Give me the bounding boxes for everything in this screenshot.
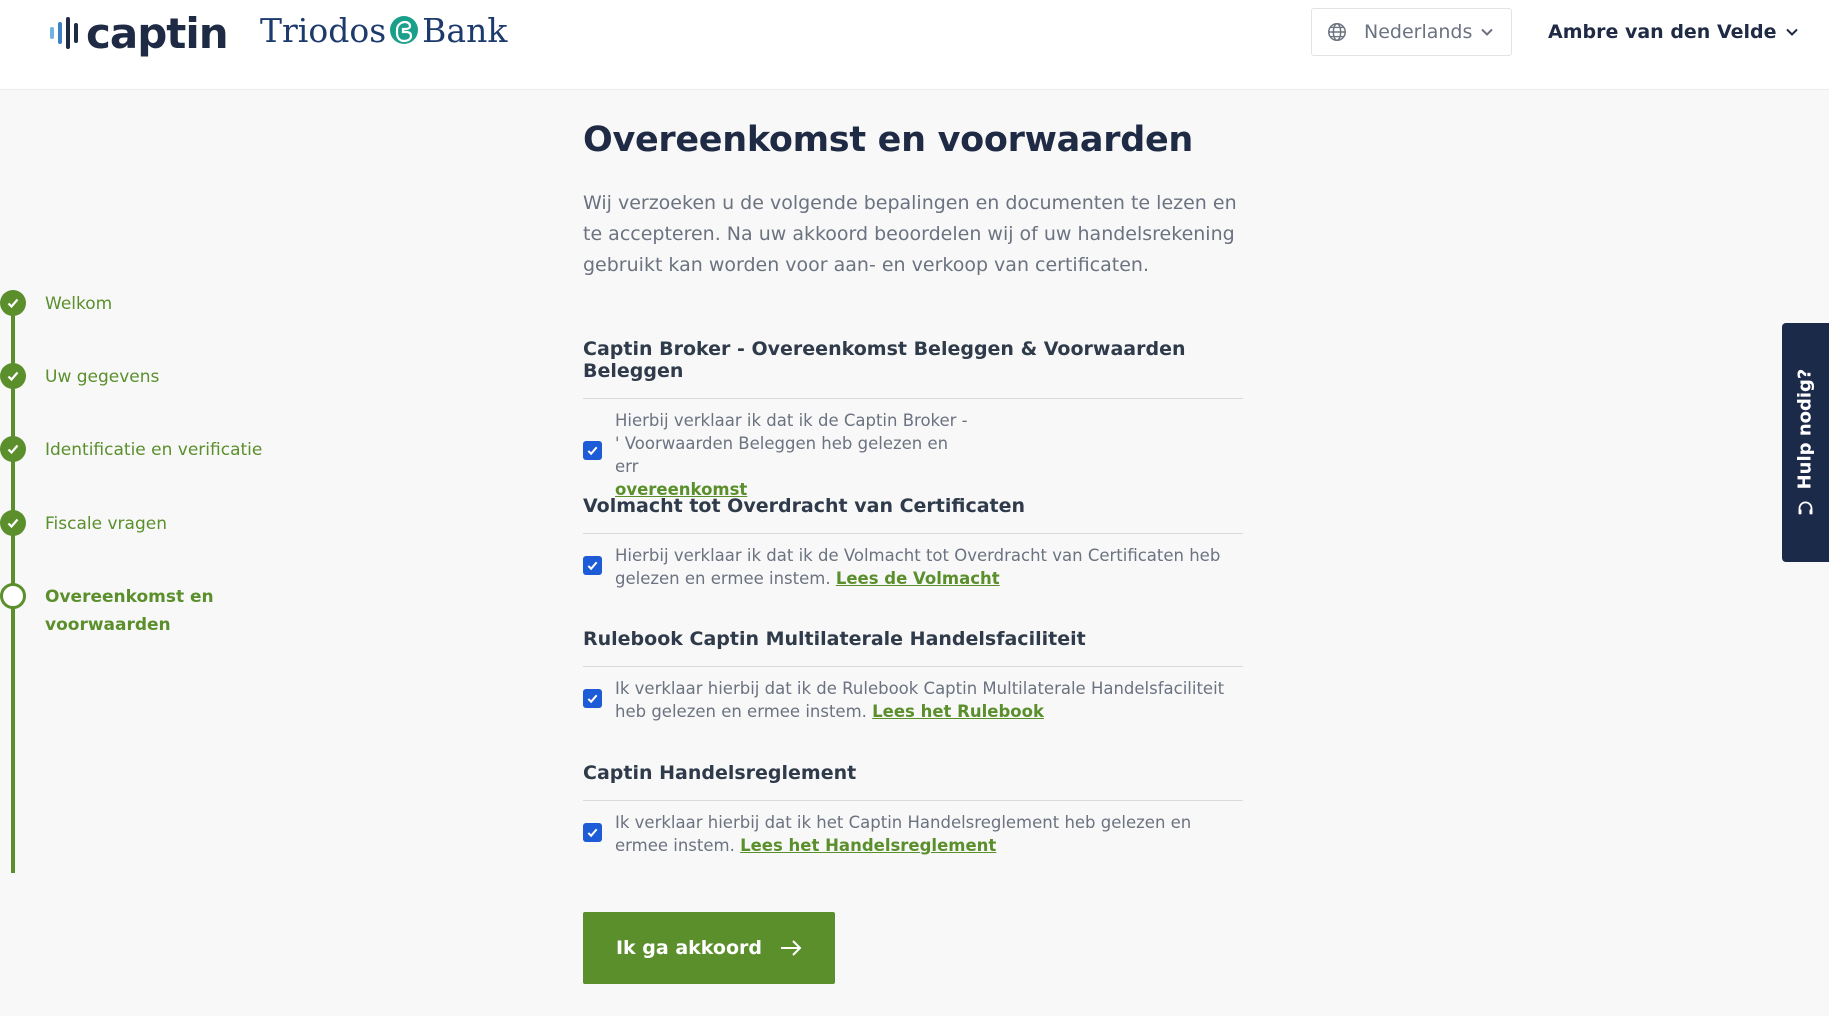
check-icon <box>587 694 598 704</box>
handelsreglement-checkbox[interactable] <box>583 823 602 842</box>
section-divider <box>583 533 1243 534</box>
language-label: Nederlands <box>1364 21 1473 43</box>
step-welkom: Welkom <box>0 290 285 318</box>
section-divider <box>583 398 1243 399</box>
step-overeenkomst: Overeenkomst en voorwaarden <box>0 583 285 639</box>
help-tab[interactable]: Hulp nodig? <box>1782 323 1829 562</box>
accept-button-label: Ik ga akkoord <box>615 937 763 959</box>
intro-text: Wij verzoeken u de volgende bepalingen e… <box>583 192 1237 276</box>
section-title: Captin Broker - Overeenkomst Beleggen & … <box>583 338 1186 382</box>
agreement-row: Hierbij verklaar ik dat ik de Volmacht t… <box>583 544 1243 590</box>
step-identificatie: Identificatie en verificatie <box>0 436 285 464</box>
section-title: Rulebook Captin Multilaterale Handelsfac… <box>583 628 1086 650</box>
broker-agreement-checkbox[interactable] <box>583 441 602 460</box>
agreement-row: Hierbij verklaar ik dat ik de Captin Bro… <box>583 409 1243 501</box>
volmacht-link[interactable]: Lees de Volmacht <box>836 569 1000 588</box>
headset-icon <box>1798 501 1812 515</box>
step-label: Overeenkomst en voorwaarden <box>45 587 214 635</box>
user-name: Ambre van den Velde <box>1548 21 1777 43</box>
step-check-icon <box>0 290 26 316</box>
captin-logo-bars-icon <box>50 17 78 49</box>
section-title: Captin Handelsreglement <box>583 762 857 784</box>
section-divider <box>583 800 1243 801</box>
help-tab-content: Hulp nodig? <box>1795 369 1816 518</box>
triodos-mark-icon <box>390 16 419 44</box>
main-content: Overeenkomst en voorwaarden Wij verzoeke… <box>583 120 1243 281</box>
check-icon <box>587 828 598 838</box>
step-check-icon <box>0 363 26 389</box>
agreement-row: Ik verklaar hierbij dat ik het Captin Ha… <box>583 811 1243 857</box>
volmacht-checkbox[interactable] <box>583 556 602 575</box>
triodos-logo-text-right: Bank <box>422 10 508 50</box>
agreement-row: Ik verklaar hierbij dat ik de Rulebook C… <box>583 677 1243 723</box>
chevron-down-icon <box>1481 28 1494 36</box>
section-title: Volmacht tot Overdracht van Certificaten <box>583 495 1026 517</box>
step-label: Uw gegevens <box>45 367 160 387</box>
triodos-logo-text-left: Triodos <box>260 10 387 50</box>
step-label: Identificatie en verificatie <box>45 440 263 460</box>
step-current-indicator <box>0 583 26 609</box>
check-icon <box>587 561 598 571</box>
check-icon <box>587 446 598 456</box>
section-handelsreglement: Captin Handelsreglement Ik verklaar hier… <box>583 762 1243 857</box>
rulebook-checkbox[interactable] <box>583 689 602 708</box>
handelsreglement-link[interactable]: Lees het Handelsreglement <box>740 836 996 855</box>
step-label: Fiscale vragen <box>45 514 167 534</box>
rulebook-link[interactable]: Lees het Rulebook <box>872 702 1044 721</box>
step-label: Welkom <box>45 294 113 314</box>
agreement-statement: Hierbij verklaar ik dat ik de Captin Bro… <box>615 411 968 476</box>
globe-icon <box>1328 23 1346 41</box>
accept-button[interactable]: Ik ga akkoord <box>583 912 835 984</box>
agreement-text: Ik verklaar hierbij dat ik de Rulebook C… <box>615 677 1243 723</box>
step-check-icon <box>0 510 26 536</box>
section-rulebook: Rulebook Captin Multilaterale Handelsfac… <box>583 628 1243 723</box>
step-uw-gegevens: Uw gegevens <box>0 363 285 391</box>
section-divider <box>583 666 1243 667</box>
section-volmacht: Volmacht tot Overdracht van Certificaten… <box>583 495 1243 590</box>
language-select[interactable]: Nederlands <box>1311 8 1512 56</box>
page-title: Overeenkomst en voorwaarden <box>583 120 1194 160</box>
section-broker-overeenkomst: Captin Broker - Overeenkomst Beleggen & … <box>583 338 1243 501</box>
user-menu[interactable]: Ambre van den Velde <box>1548 8 1799 56</box>
captin-logo[interactable]: captin <box>50 8 229 58</box>
help-tab-label: Hulp nodig? <box>1794 368 1816 490</box>
agreement-text: Hierbij verklaar ik dat ik de Captin Bro… <box>615 409 975 501</box>
arrow-right-icon <box>781 940 802 956</box>
agreement-text: Ik verklaar hierbij dat ik het Captin Ha… <box>615 811 1243 857</box>
agreement-text: Hierbij verklaar ik dat ik de Volmacht t… <box>615 544 1243 590</box>
top-header: captin Triodos Bank Nederlands Ambre van… <box>0 0 1829 90</box>
step-fiscale-vragen: Fiscale vragen <box>0 510 285 538</box>
captin-logo-text: captin <box>86 8 229 58</box>
step-check-icon <box>0 436 26 462</box>
chevron-down-icon <box>1785 28 1798 36</box>
triodos-bank-logo[interactable]: Triodos Bank <box>260 10 507 50</box>
